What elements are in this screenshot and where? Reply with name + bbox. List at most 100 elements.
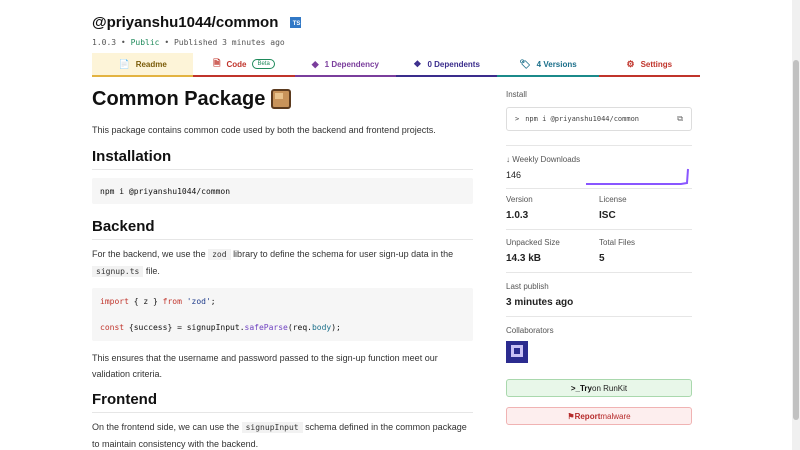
backend-code-block: import { z } from 'zod'; const {success}… — [92, 288, 473, 341]
last-publish-value: 3 minutes ago — [506, 297, 574, 308]
unpacked-size-value: 14.3 kB — [506, 253, 542, 264]
installation-heading: Installation — [92, 148, 473, 170]
tab-label: 0 Dependents — [427, 59, 480, 69]
cube-icon: ◆ — [311, 58, 319, 69]
report-malware-button[interactable]: ⚑ Report malware — [506, 407, 692, 425]
weekly-downloads-section: ↓ Weekly Downloads 146 — [506, 155, 692, 185]
text-segment: file. — [145, 266, 160, 276]
last-publish-section: Last publish 3 minutes ago — [506, 282, 692, 308]
tab-label: Code — [226, 59, 247, 69]
readme-intro: This package contains common code used b… — [92, 125, 436, 135]
code-token: {success} = signupInput. — [124, 323, 245, 332]
meta-separator: • — [164, 38, 170, 47]
gear-icon: ⚙ — [626, 58, 635, 69]
cubes-icon: ❖ — [413, 58, 422, 69]
copy-icon[interactable]: ⧉ — [677, 114, 683, 124]
package-tabs: 📄 Readme 🗎 Code Beta ◆ 1 Dependency ❖ 0 … — [92, 53, 700, 77]
install-command-box[interactable]: > npm i @priyanshu1044/common ⧉ — [506, 107, 692, 131]
total-files-value: 5 — [599, 253, 605, 264]
install-command-text: npm i @priyanshu1044/common — [525, 115, 640, 123]
license-value: ISC — [599, 210, 616, 221]
text-segment: For the backend, we use the — [92, 249, 206, 259]
tab-label: Settings — [640, 59, 673, 69]
tab-label: 4 Versions — [536, 59, 577, 69]
tab-label: Readme — [135, 59, 167, 69]
inline-code: zod — [208, 249, 231, 260]
version-label: Version — [506, 195, 533, 204]
code-line: import { z } from 'zod'; — [100, 295, 465, 308]
readme-title-text: Common Package — [92, 87, 266, 110]
file-code-icon: 🗎 — [213, 58, 221, 68]
collaborators-section: Collaborators — [506, 326, 692, 363]
code-token: body — [311, 323, 332, 332]
divider — [506, 229, 692, 230]
label-text: Weekly Downloads — [512, 155, 581, 164]
tab-settings[interactable]: ⚙ Settings — [598, 53, 700, 77]
text-segment: library to define the schema for user si… — [233, 249, 454, 259]
published-time: Published 3 minutes ago — [173, 38, 285, 47]
terminal-icon: >_ — [570, 383, 580, 393]
prompt-icon: > — [515, 115, 520, 123]
package-version: 1.0.3 — [92, 38, 117, 47]
code-token: safeParse — [244, 323, 288, 332]
readme-content: Common Package This package contains com… — [92, 86, 473, 450]
backend-heading: Backend — [92, 218, 473, 240]
button-label: malware — [600, 411, 631, 421]
button-label: on RunKit — [592, 383, 628, 393]
button-label-bold: Try — [579, 383, 592, 393]
tab-versions[interactable]: 🏷 4 Versions — [497, 53, 599, 77]
install-label: Install — [506, 90, 527, 99]
meta-separator: • — [120, 38, 126, 47]
inline-code: signupInput — [241, 422, 303, 433]
page-scrollbar[interactable] — [792, 0, 800, 450]
total-files-label: Total Files — [599, 238, 636, 247]
divider — [506, 272, 692, 273]
download-icon: ↓ — [506, 155, 510, 164]
version-license-row: Version 1.0.3 License ISC — [506, 195, 692, 221]
code-token: const — [100, 323, 125, 332]
typescript-icon: TS — [290, 17, 302, 28]
visibility-label: Public — [130, 38, 160, 47]
code-token: 'zod' — [181, 297, 211, 306]
document-icon: 📄 — [118, 58, 130, 69]
code-token: ; — [210, 297, 216, 306]
install-code-block: npm i @priyanshu1044/common — [92, 178, 473, 204]
tab-readme[interactable]: 📄 Readme — [92, 53, 194, 77]
tab-dependents[interactable]: ❖ 0 Dependents — [395, 53, 498, 77]
backend-after-paragraph: This ensures that the username and passw… — [92, 353, 438, 379]
package-meta: 1.0.3 • Public • Published 3 minutes ago — [92, 38, 301, 47]
package-name: @priyanshu1044/common — [92, 14, 279, 31]
size-files-row: Unpacked Size 14.3 kB Total Files 5 — [506, 238, 692, 264]
install-command: npm i @priyanshu1044/common — [100, 186, 231, 196]
button-label-bold: Report — [574, 411, 601, 421]
try-on-runkit-button[interactable]: >_ Try on RunKit — [506, 379, 692, 397]
package-header: @priyanshu1044/common TS 1.0.3 • Public … — [92, 14, 302, 47]
text-segment: On the frontend side, we can use the — [92, 422, 240, 432]
divider — [506, 316, 692, 317]
code-token: { z } — [128, 297, 163, 306]
code-line: const {success} = signupInput.safeParse(… — [100, 321, 465, 334]
flag-icon: ⚑ — [567, 411, 575, 421]
package-box-icon — [271, 89, 292, 109]
version-value: 1.0.3 — [506, 210, 529, 221]
tab-dependencies[interactable]: ◆ 1 Dependency — [294, 53, 396, 77]
collaborators-label: Collaborators — [506, 326, 554, 335]
tab-label: 1 Dependency — [324, 59, 379, 69]
inline-code: signup.ts — [92, 266, 144, 277]
frontend-heading: Frontend — [92, 391, 473, 413]
code-token: (req. — [287, 323, 312, 332]
collaborator-avatar[interactable] — [506, 341, 528, 363]
last-publish-label: Last publish — [506, 282, 549, 291]
frontend-paragraph: On the frontend side, we can use the sig… — [92, 419, 473, 450]
license-label: License — [599, 195, 627, 204]
scrollbar-thumb[interactable] — [793, 60, 799, 420]
readme-title: Common Package — [92, 86, 473, 112]
tab-code[interactable]: 🗎 Code Beta — [193, 53, 295, 77]
code-token: ); — [331, 323, 341, 332]
code-token: import — [100, 297, 129, 306]
downloads-sparkline — [586, 168, 689, 185]
unpacked-size-label: Unpacked Size — [506, 238, 560, 247]
divider — [506, 145, 692, 146]
backend-paragraph: For the backend, we use the zod library … — [92, 246, 473, 280]
tag-icon: 🏷 — [519, 58, 531, 69]
